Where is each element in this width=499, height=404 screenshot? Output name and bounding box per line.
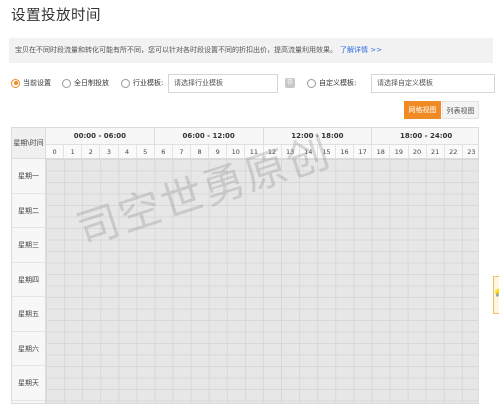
weekday-label[interactable]: 星期四	[12, 263, 45, 297]
schedule-options: 当前设置 全日制投放 行业模板: 请选择行业模板 存 自定义模板: 请选择自定义…	[11, 74, 495, 94]
hour-label[interactable]: 9	[209, 145, 228, 158]
hour-label[interactable]: 11	[245, 145, 264, 158]
time-slot-cells[interactable]	[46, 159, 478, 403]
option-current[interactable]: 当前设置	[11, 78, 51, 88]
radio-industry[interactable]	[121, 78, 130, 88]
hour-label[interactable]: 14	[300, 145, 318, 158]
custom-template-select[interactable]: 请选择自定义模板	[371, 74, 495, 93]
time-range[interactable]: 18:00 - 24:00	[372, 128, 478, 144]
hour-label[interactable]: 22	[445, 145, 463, 158]
feedback-tab[interactable]: 💡	[493, 276, 499, 314]
radio-current[interactable]	[11, 78, 20, 88]
hour-label[interactable]: 19	[390, 145, 409, 158]
time-range[interactable]: 00:00 - 06:00	[46, 128, 155, 144]
hour-label[interactable]: 18	[372, 145, 391, 158]
weekday-label[interactable]: 星期五	[12, 297, 45, 332]
weekday-label[interactable]: 星期天	[12, 366, 45, 401]
hour-label[interactable]: 2	[82, 145, 101, 158]
hour-label[interactable]: 0	[46, 145, 65, 158]
hour-label[interactable]: 23	[463, 145, 478, 158]
option-industry-label: 行业模板:	[133, 79, 164, 87]
learn-more-link[interactable]: 了解详情 >>	[340, 46, 382, 54]
weekday-label[interactable]: 星期三	[12, 228, 45, 263]
hour-label[interactable]: 4	[119, 145, 137, 158]
hour-label[interactable]: 12	[264, 145, 282, 158]
schedule-grid: 星期\时间 00:00 - 06:00 06:00 - 12:00 12:00 …	[11, 127, 479, 404]
option-custom[interactable]: 自定义模板:	[307, 78, 356, 88]
option-industry[interactable]: 行业模板:	[121, 78, 163, 88]
grid-corner-label: 星期\时间	[12, 128, 46, 159]
weekday-label[interactable]: 星期二	[12, 194, 45, 228]
time-range-header: 00:00 - 06:00 06:00 - 12:00 12:00 - 18:0…	[46, 128, 478, 145]
hour-label[interactable]: 20	[409, 145, 427, 158]
radio-custom[interactable]	[307, 78, 316, 88]
hour-header: 0 1 2 3 4 5 6 7 8 9 10 11 12 13 14 15 16 17 18 19 20 21 22 23	[46, 145, 478, 159]
list-view-button[interactable]: 列表视图	[442, 101, 479, 119]
option-all-day-label: 全日制投放	[74, 79, 109, 87]
hour-label[interactable]: 17	[354, 145, 373, 158]
lightbulb-icon: 💡	[493, 289, 499, 297]
radio-all-day[interactable]	[62, 78, 71, 88]
hour-label[interactable]: 10	[227, 145, 246, 158]
hour-label[interactable]: 16	[336, 145, 355, 158]
hour-label[interactable]: 1	[64, 145, 83, 158]
hour-label[interactable]: 21	[427, 145, 445, 158]
weekday-column: 星期一 星期二 星期三 星期四 星期五 星期六 星期天	[12, 159, 46, 403]
save-template-icon[interactable]: 存	[285, 78, 295, 88]
grid-view-button[interactable]: 网格视图	[404, 101, 441, 119]
hour-label[interactable]: 15	[318, 145, 336, 158]
weekday-label[interactable]: 星期一	[12, 159, 45, 194]
option-all-day[interactable]: 全日制投放	[62, 78, 109, 88]
time-range[interactable]: 12:00 - 18:00	[264, 128, 373, 144]
option-custom-label: 自定义模板:	[319, 79, 357, 87]
hour-label[interactable]: 3	[100, 145, 119, 158]
hour-label[interactable]: 13	[282, 145, 300, 158]
info-notice: 宝贝在不同时段流量和转化可能有所不同，您可以针对各时段设置不同的折扣出价，提高流…	[9, 38, 493, 63]
time-range[interactable]: 06:00 - 12:00	[155, 128, 264, 144]
page-title: 设置投放时间	[11, 8, 101, 24]
notice-text: 宝贝在不同时段流量和转化可能有所不同，您可以针对各时段设置不同的折扣出价，提高流…	[15, 46, 337, 54]
weekday-label[interactable]: 星期六	[12, 332, 45, 366]
option-current-label: 当前设置	[23, 79, 51, 87]
industry-template-select[interactable]: 请选择行业模板	[168, 74, 278, 93]
hour-label[interactable]: 7	[173, 145, 191, 158]
hour-label[interactable]: 6	[155, 145, 173, 158]
hour-label[interactable]: 8	[191, 145, 210, 158]
hour-label[interactable]: 5	[137, 145, 155, 158]
